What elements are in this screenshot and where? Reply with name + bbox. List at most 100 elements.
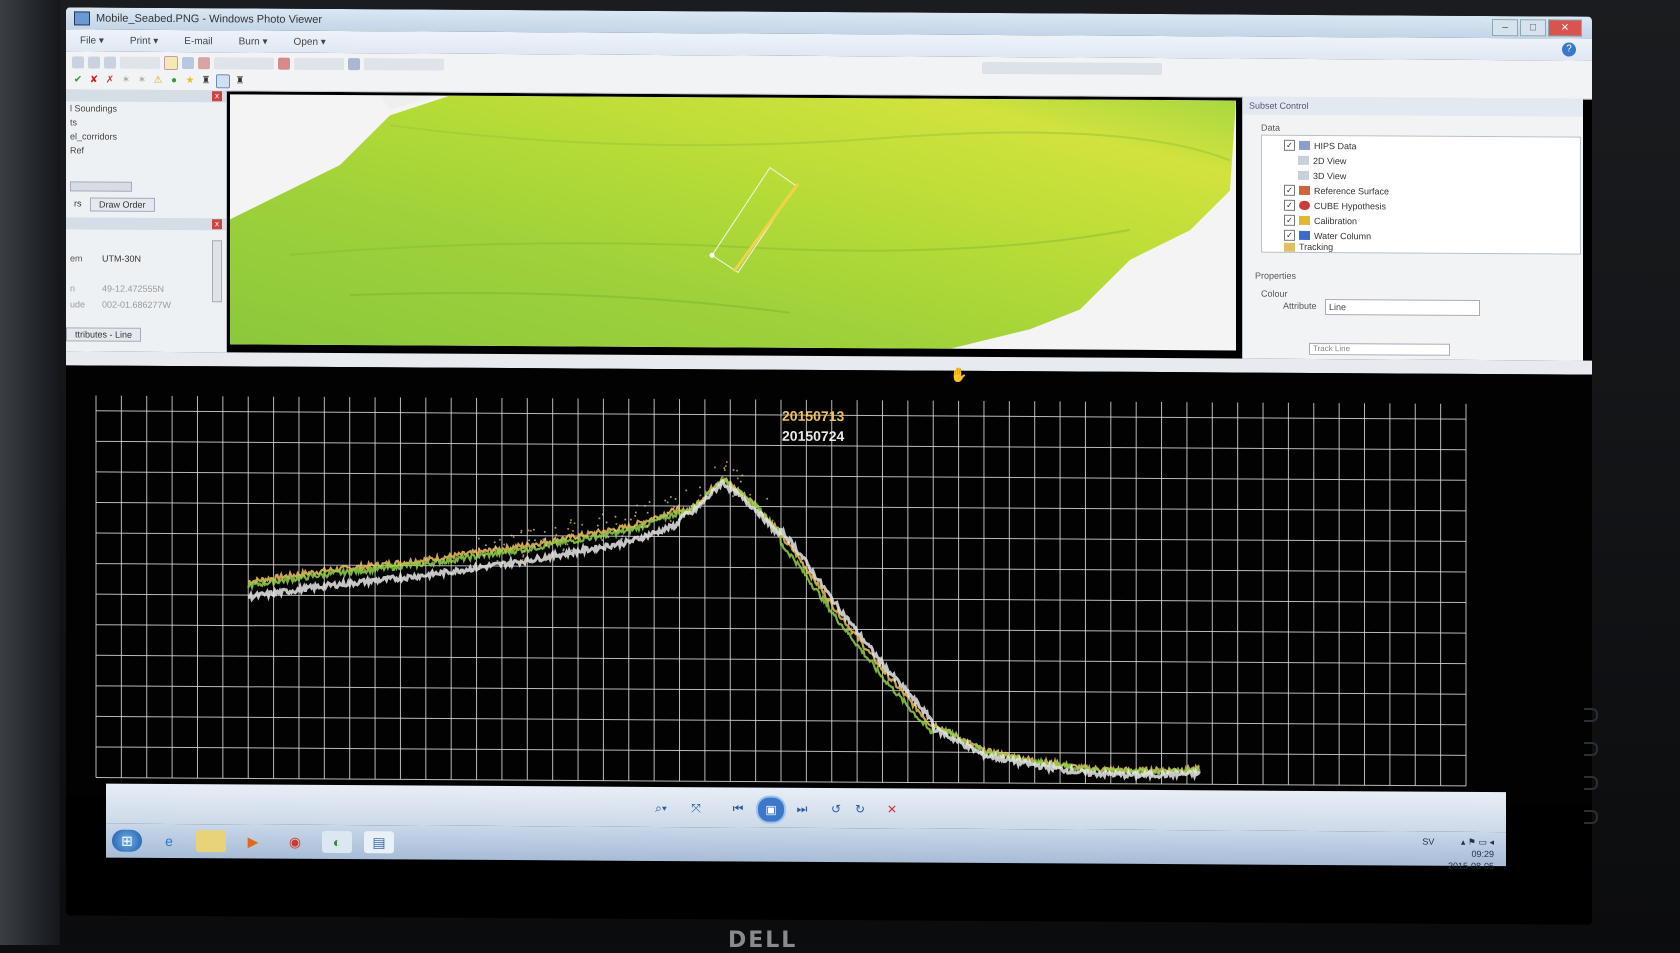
- tray-icons: ▴ ⚑ ▭ ◂: [1460, 836, 1494, 848]
- scatter-point: [636, 535, 639, 538]
- tree-item-label: Tracking: [1299, 241, 1334, 253]
- menu-file[interactable]: File ▾: [80, 35, 104, 46]
- tree-item-2d-view[interactable]: 2D View: [1298, 153, 1346, 168]
- start-button-icon[interactable]: ⊞: [112, 829, 142, 852]
- menu-print[interactable]: Print ▾: [130, 35, 158, 46]
- app-icon[interactable]: ◐: [322, 830, 352, 854]
- close-icon[interactable]: x: [212, 219, 222, 230]
- layer-item[interactable]: l Soundings: [66, 101, 226, 116]
- scatter-point: [646, 525, 649, 528]
- language-indicator[interactable]: SV: [1422, 837, 1434, 847]
- close-button[interactable]: ✕: [1548, 19, 1582, 37]
- tree-item-tracking[interactable]: Tracking: [1284, 242, 1333, 252]
- attribute-label: Attribute: [1283, 300, 1317, 311]
- horizontal-scrollbar[interactable]: [70, 181, 132, 192]
- save-icon[interactable]: [104, 56, 116, 69]
- tree-item-label: CUBE Hypothesis: [1314, 200, 1387, 211]
- new-icon[interactable]: [72, 56, 84, 69]
- select-icon[interactable]: [164, 55, 178, 71]
- clock-date[interactable]: 2015-08-05: [1448, 861, 1494, 871]
- checkbox[interactable]: ✓: [1284, 139, 1295, 151]
- tab-draw-order[interactable]: Draw Order: [90, 197, 155, 212]
- monitor-button[interactable]: [1584, 742, 1598, 756]
- monitor-button[interactable]: [1584, 708, 1598, 722]
- photo-viewer-icon[interactable]: ▤: [364, 831, 394, 854]
- map-view[interactable]: [230, 94, 1236, 351]
- zoom-icon[interactable]: [198, 57, 210, 70]
- checkbox[interactable]: ✓: [1284, 214, 1295, 226]
- tree-item-hips-data[interactable]: ✓ HIPS Data: [1284, 138, 1357, 153]
- tree-item-3d-view[interactable]: 3D View: [1298, 168, 1346, 183]
- surface-icon: [1299, 185, 1310, 195]
- scatter-point: [699, 494, 702, 497]
- slideshow-icon[interactable]: ▣: [756, 795, 786, 824]
- maximize-button[interactable]: □: [1520, 19, 1546, 37]
- toolbar-group: [364, 58, 444, 71]
- scatter-point: [510, 534, 513, 537]
- help-icon[interactable]: ?: [1562, 42, 1576, 57]
- menu-burn[interactable]: Burn ▾: [239, 36, 268, 47]
- screen: Mobile_Seabed.PNG - Windows Photo Viewer…: [66, 7, 1592, 925]
- folder-icon[interactable]: [196, 830, 226, 853]
- next-icon[interactable]: ⏭: [792, 802, 812, 816]
- clock-time[interactable]: 09:29: [1471, 849, 1494, 859]
- scatter-point: [555, 533, 558, 536]
- internet-explorer-icon[interactable]: e: [154, 830, 184, 852]
- profile-plot[interactable]: 2.004.006.008.0010.0012.0014.0016.0018.0…: [66, 365, 1592, 805]
- filter-icon[interactable]: [348, 58, 360, 71]
- menu-email[interactable]: E-mail: [184, 36, 212, 47]
- reject-icon[interactable]: ✘: [88, 74, 100, 86]
- tree-item-calibration[interactable]: ✓ Calibration: [1284, 213, 1357, 228]
- rotate-left-icon[interactable]: ↺: [826, 802, 846, 816]
- menu-open[interactable]: Open ▾: [294, 36, 326, 47]
- delete-icon[interactable]: ✕: [882, 802, 902, 816]
- close-icon[interactable]: x: [212, 91, 222, 102]
- scatter-point: [544, 537, 547, 540]
- tree-item-reference-surface[interactable]: ✓ Reference Surface: [1284, 183, 1389, 199]
- scatter-point: [683, 516, 686, 519]
- zoom-icon[interactable]: ⌕▾: [646, 801, 676, 815]
- info-icon[interactable]: ●: [168, 75, 180, 87]
- layer-item[interactable]: ts: [66, 115, 226, 130]
- tab-attributes[interactable]: ttributes - Line: [66, 327, 142, 342]
- scatter-point: [614, 515, 617, 518]
- minimize-button[interactable]: –: [1492, 19, 1518, 37]
- data-label: Data: [1261, 122, 1281, 133]
- monitor-button[interactable]: [1584, 776, 1598, 790]
- monitor-button[interactable]: [1584, 810, 1598, 824]
- attribute-select[interactable]: Line: [1325, 299, 1480, 316]
- track-line-field[interactable]: Track Line: [1309, 342, 1450, 356]
- checkbox[interactable]: ✓: [1284, 229, 1295, 241]
- scatter-point: [569, 521, 572, 524]
- chrome-icon[interactable]: ◉: [280, 831, 310, 853]
- scatter-point: [749, 493, 752, 496]
- scatter-point: [699, 506, 702, 509]
- layer-item[interactable]: Ref: [66, 143, 226, 158]
- vertical-scrollbar[interactable]: [212, 240, 222, 303]
- reject-all-icon[interactable]: ✗: [104, 75, 116, 87]
- scatter-point: [607, 536, 610, 539]
- scatter-point: [664, 499, 667, 502]
- tree-item-cube-hypothesis[interactable]: ✓ CUBE Hypothesis: [1284, 198, 1386, 214]
- find-icon[interactable]: ♜: [234, 75, 246, 87]
- accept-icon[interactable]: ✔: [72, 74, 84, 86]
- view-2d-icon: [1298, 155, 1309, 165]
- tab-layers[interactable]: rs: [66, 197, 90, 209]
- previous-icon[interactable]: ⏮: [728, 801, 748, 815]
- scatter-point: [554, 526, 557, 529]
- layer-item[interactable]: el_corridors: [66, 129, 226, 144]
- edit-icon[interactable]: [278, 57, 290, 70]
- query-icon[interactable]: [216, 74, 230, 89]
- open-icon[interactable]: [88, 56, 100, 69]
- media-player-icon[interactable]: ▶: [238, 830, 268, 852]
- warning-icon[interactable]: ⚠: [152, 75, 164, 87]
- rotate-right-icon[interactable]: ↻: [850, 802, 870, 816]
- scatter-point: [493, 541, 496, 544]
- binoculars-icon[interactable]: ♜: [200, 75, 212, 87]
- checkbox[interactable]: ✓: [1284, 199, 1295, 211]
- star-icon[interactable]: ★: [184, 75, 196, 87]
- fit-icon[interactable]: ⤧: [686, 801, 706, 815]
- pan-icon[interactable]: [182, 57, 194, 70]
- checkbox[interactable]: ✓: [1284, 184, 1295, 196]
- scatter-point: [674, 497, 677, 500]
